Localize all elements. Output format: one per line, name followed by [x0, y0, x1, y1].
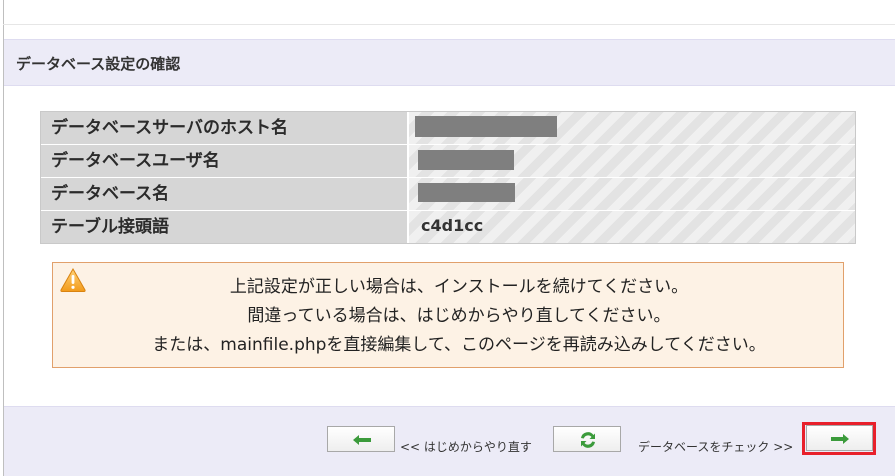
settings-label: データベース名	[41, 178, 407, 210]
settings-label: データベースサーバのホスト名	[41, 112, 407, 144]
reload-button[interactable]	[553, 426, 621, 452]
settings-value: c4d1cc	[408, 211, 855, 243]
settings-row-host: データベースサーバのホスト名	[41, 112, 855, 144]
next-button-highlight	[802, 422, 876, 455]
back-link[interactable]: << はじめからやり直す	[400, 438, 532, 455]
top-divider	[3, 24, 895, 25]
redacted-value	[418, 150, 514, 170]
back-button[interactable]	[327, 426, 395, 452]
settings-row-dbname: データベース名	[41, 178, 855, 210]
warning-line: または、mainfile.phpを直接編集して、このページを再読み込みしてくださ…	[152, 335, 766, 355]
database-settings-table: データベースサーバのホスト名 データベースユーザ名 データベース名 テーブル接頭…	[40, 111, 856, 244]
section-title: データベース設定の確認	[16, 55, 181, 73]
section-header: データベース設定の確認	[4, 39, 895, 86]
reload-icon	[581, 432, 595, 448]
redacted-value	[418, 183, 515, 202]
settings-row-user: データベースユーザ名	[41, 145, 855, 177]
redacted-value	[415, 116, 557, 137]
settings-label: テーブル接頭語	[41, 211, 407, 243]
warning-line: 上記設定が正しい場合は、インストールを続けてください。	[229, 277, 689, 297]
arrow-left-icon	[353, 435, 371, 445]
install-wizard-page: データベース設定の確認 データベースサーバのホスト名 データベースユーザ名 デー…	[0, 0, 895, 476]
warning-line: 間違っている場合は、はじめからやり直してください。	[247, 306, 671, 326]
warning-text: 上記設定が正しい場合は、インストールを続けてください。 間違っている場合は、はじ…	[53, 273, 845, 360]
check-database-link[interactable]: データベースをチェック >>	[638, 438, 793, 455]
warning-message-box: 上記設定が正しい場合は、インストールを続けてください。 間違っている場合は、はじ…	[52, 262, 844, 368]
settings-label: データベースユーザ名	[41, 145, 407, 177]
settings-row-prefix: テーブル接頭語 c4d1cc	[41, 211, 855, 243]
